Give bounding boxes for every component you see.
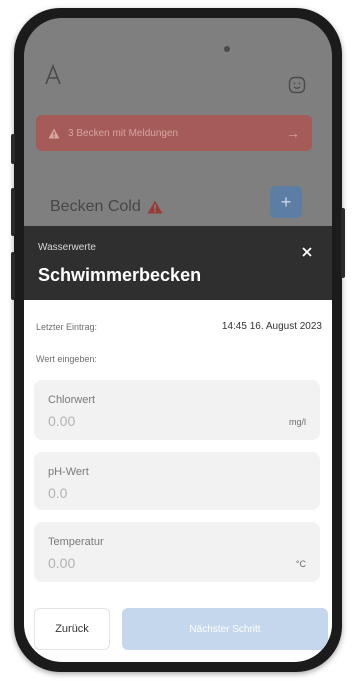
side-button xyxy=(11,134,15,164)
ph-input[interactable]: 0.0 xyxy=(48,485,67,501)
camera-dot xyxy=(224,46,230,52)
field-label: pH-Wert xyxy=(48,466,89,478)
pool-name: Becken Cold xyxy=(50,198,141,215)
chlorine-input[interactable]: 0.00 xyxy=(48,413,75,429)
enter-value-label: Wert eingeben: xyxy=(36,354,97,364)
brand-logo-icon xyxy=(45,64,61,85)
field-unit: mg/l xyxy=(288,417,306,427)
warning-icon xyxy=(147,200,163,214)
temperature-input[interactable]: 0.00 xyxy=(48,555,75,571)
next-step-button[interactable]: Nächster Schritt xyxy=(122,608,328,650)
sheet-title: Schwimmerbecken xyxy=(38,265,202,285)
back-button[interactable]: Zurück xyxy=(34,608,110,650)
field-unit: °C xyxy=(295,559,306,569)
temperature-field[interactable]: Temperatur 0.00 °C xyxy=(34,522,320,582)
arrow-right-icon: → xyxy=(286,125,300,141)
screen: 3 Becken mit Meldungen → Becken Cold + W… xyxy=(24,18,332,662)
chlorine-field[interactable]: Chlorwert 0.00 mg/l xyxy=(34,380,320,440)
add-button[interactable]: + xyxy=(270,186,302,218)
alert-banner[interactable]: 3 Becken mit Meldungen → xyxy=(36,115,312,151)
field-label: Temperatur xyxy=(48,536,104,548)
side-button xyxy=(11,188,15,236)
sheet-header: Wasserwerte Schwimmerbecken xyxy=(24,226,332,300)
alert-text: 3 Becken mit Meldungen xyxy=(68,127,179,139)
pool-heading: Becken Cold xyxy=(50,198,163,216)
side-button xyxy=(11,252,15,300)
close-icon[interactable] xyxy=(300,245,314,259)
field-label: Chlorwert xyxy=(48,394,96,406)
avatar-icon[interactable] xyxy=(288,76,306,94)
side-button xyxy=(341,208,345,278)
last-entry-label: Letzter Eintrag: xyxy=(36,322,98,332)
warning-icon xyxy=(48,128,60,138)
sheet-body: Letzter Eintrag: 14:45 16. August 2023 W… xyxy=(24,300,332,662)
sheet-subtitle: Wasserwerte xyxy=(38,242,96,253)
ph-field[interactable]: pH-Wert 0.0 xyxy=(34,452,320,510)
phone-frame: 3 Becken mit Meldungen → Becken Cold + W… xyxy=(11,8,345,672)
last-entry-value: 14:45 16. August 2023 xyxy=(221,321,322,332)
